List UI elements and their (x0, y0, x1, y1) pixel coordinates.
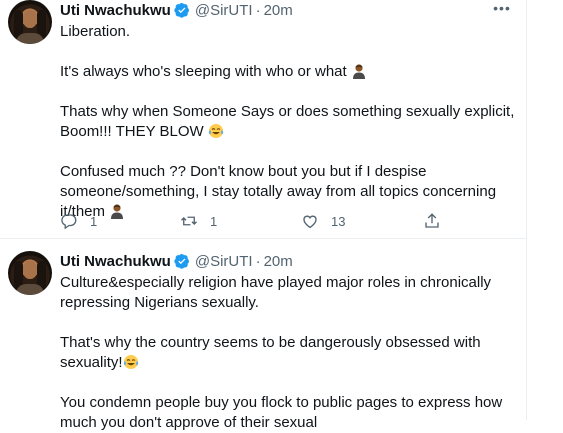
share-icon (425, 213, 439, 228)
twitter-page: Uti Nwachukwu @SirUTI · 20m ••• Liberati… (0, 0, 563, 431)
tweet-actions: 1 1 13 (60, 211, 480, 231)
tweet-paragraph: You condemn people buy you flock to publ… (60, 394, 503, 431)
reply-count: 1 (90, 213, 98, 229)
tweet[interactable]: Uti Nwachukwu @SirUTI · 20m ••• Liberati… (0, 0, 526, 239)
like-count: 13 (331, 213, 346, 229)
like-button[interactable]: 13 (301, 211, 345, 231)
person-shrugging-emoji (352, 64, 365, 79)
separator: · (255, 252, 261, 270)
tweet[interactable]: Uti Nwachukwu @SirUTI · 20m Culture&espe… (0, 239, 526, 431)
retweet-button[interactable]: 1 (180, 211, 217, 231)
tweet-text: Culture&especially religion have played … (60, 273, 522, 433)
tweet-text: Liberation. It's always who's sleeping w… (60, 22, 522, 222)
tweet-paragraph: Culture&especially religion have played … (60, 274, 492, 311)
separator: · (255, 1, 261, 19)
avatar[interactable] (8, 0, 52, 44)
tweet-paragraph: Liberation. (60, 23, 131, 40)
more-options-icon[interactable]: ••• (492, 0, 512, 20)
timeline-feed: Uti Nwachukwu @SirUTI · 20m ••• Liberati… (0, 0, 527, 431)
author-handle[interactable]: @SirUTI (195, 253, 253, 270)
timestamp[interactable]: 20m (264, 253, 293, 270)
verified-badge-icon (174, 3, 189, 18)
face-with-tears-of-joy-emoji (123, 355, 138, 369)
tweet-header: Uti Nwachukwu @SirUTI · 20m (60, 0, 293, 20)
avatar[interactable] (8, 251, 52, 295)
verified-badge-icon (174, 254, 189, 269)
author-name[interactable]: Uti Nwachukwu (60, 253, 171, 270)
reply-icon (61, 214, 77, 230)
tweet-paragraph: Thats why when Someone Says or does some… (60, 103, 515, 140)
tweet-paragraph: That's why the country seems to be dange… (60, 334, 481, 371)
face-with-tears-of-joy-emoji (208, 124, 224, 138)
share-button[interactable] (423, 211, 441, 231)
right-column (527, 0, 563, 420)
tweet-header: Uti Nwachukwu @SirUTI · 20m (60, 251, 293, 271)
retweet-count: 1 (210, 213, 218, 229)
reply-button[interactable]: 1 (60, 211, 97, 231)
tweet-paragraph: It's always who's sleeping with who or w… (60, 62, 522, 82)
author-name[interactable]: Uti Nwachukwu (60, 2, 171, 19)
timestamp[interactable]: 20m (264, 2, 293, 19)
like-heart-icon (303, 215, 317, 229)
author-handle[interactable]: @SirUTI (195, 2, 253, 19)
retweet-icon (181, 216, 197, 226)
